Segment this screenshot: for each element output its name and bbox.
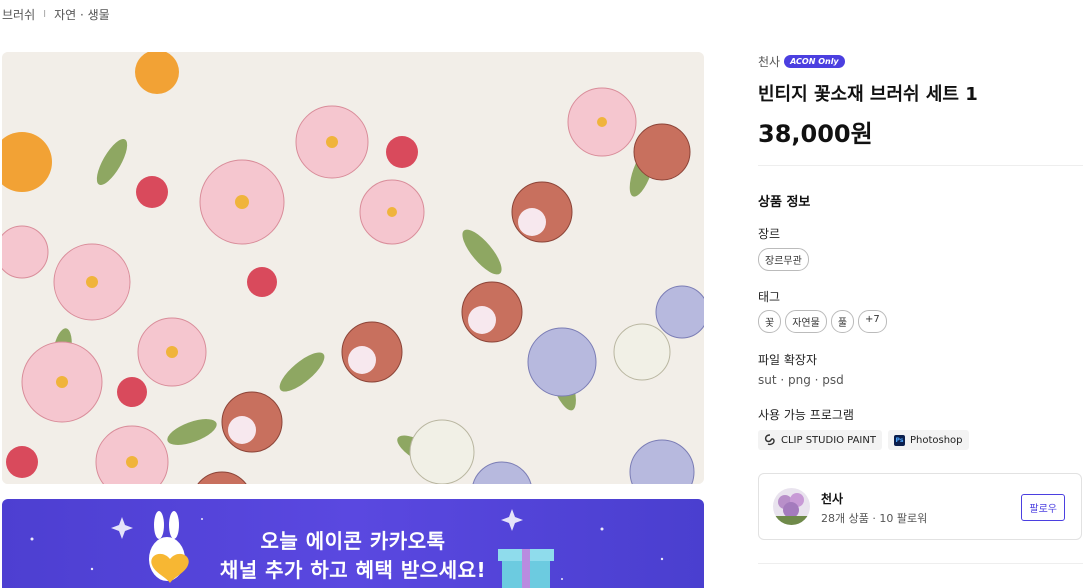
genre-chip[interactable]: 장르무관 — [758, 248, 809, 271]
program-name: CLIP STUDIO PAINT — [781, 434, 876, 446]
kakao-channel-banner[interactable]: 오늘 에이콘 카카오톡 채널 추가 하고 혜택 받으세요! — [2, 499, 704, 588]
seller-row: 천사 ACON Only — [758, 53, 845, 70]
product-title: 빈티지 꽃소재 브러쉬 세트 1 — [758, 84, 978, 105]
genre-label: 장르 — [758, 227, 781, 241]
product-image[interactable] — [2, 52, 704, 484]
seller-stats: 28개 상품 · 10 팔로워 — [821, 512, 928, 525]
file-extension-label: 파일 확장자 — [758, 353, 818, 367]
seller-link[interactable]: 천사 — [758, 53, 780, 70]
tag-more-chip[interactable]: +7 — [858, 310, 887, 333]
program-clip-studio: CLIP STUDIO PAINT — [758, 430, 882, 450]
program-name: Photoshop — [909, 434, 963, 446]
programs-label: 사용 가능 프로그램 — [758, 408, 854, 422]
flower-illustration — [2, 52, 704, 484]
program-photoshop: Ps Photoshop — [887, 430, 969, 450]
tag-chips: 꽃 자연물 풀 +7 — [758, 310, 887, 333]
divider — [758, 563, 1083, 564]
program-list: CLIP STUDIO PAINT Ps Photoshop — [758, 430, 969, 450]
tag-chip[interactable]: 자연물 — [785, 310, 827, 333]
banner-line1: 오늘 에이콘 카카오톡 — [260, 529, 446, 553]
photoshop-icon: Ps — [893, 434, 905, 446]
genre-chips: 장르무관 — [758, 248, 809, 271]
acon-only-badge: ACON Only — [784, 55, 845, 68]
divider — [758, 165, 1083, 166]
breadcrumb-subcategory[interactable]: 자연 · 생물 — [54, 6, 110, 23]
breadcrumb: 브러쉬 I 자연 · 생물 — [2, 6, 110, 23]
breadcrumb-category[interactable]: 브러쉬 — [2, 6, 35, 23]
banner-line2: 채널 추가 하고 혜택 받으세요! — [219, 558, 487, 582]
breadcrumb-separator: I — [43, 9, 47, 20]
seller-card[interactable]: 천사 28개 상품 · 10 팔로워 팔로우 — [758, 473, 1082, 540]
avatar-image — [773, 488, 810, 525]
seller-avatar[interactable] — [773, 488, 810, 525]
tag-chip[interactable]: 풀 — [830, 310, 855, 333]
follow-button[interactable]: 팔로우 — [1021, 494, 1065, 521]
file-extensions: sut · png · psd — [758, 373, 844, 387]
tag-chip[interactable]: 꽃 — [758, 310, 782, 333]
seller-name[interactable]: 천사 — [821, 490, 843, 507]
clip-studio-icon — [764, 434, 775, 446]
product-price: 38,000원 — [758, 120, 873, 148]
tag-label: 태그 — [758, 290, 781, 304]
section-title-product-info: 상품 정보 — [758, 195, 811, 210]
